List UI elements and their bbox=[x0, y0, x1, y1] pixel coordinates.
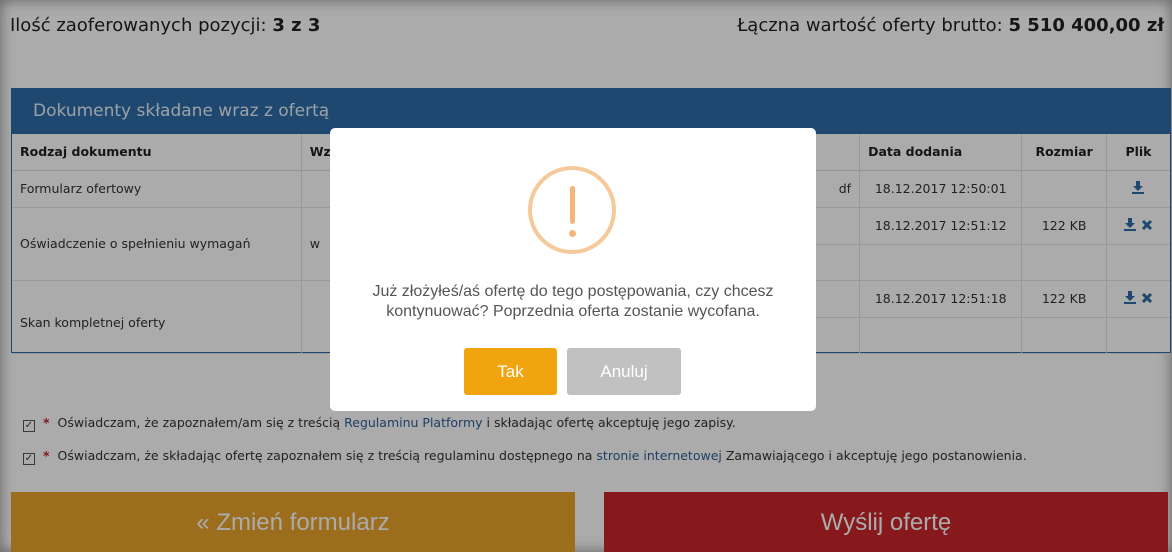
screen-frame: Ilość zaoferowanych pozycji: 3 z 3 Łączn… bbox=[0, 0, 1172, 552]
confirm-button[interactable]: Tak bbox=[464, 348, 557, 395]
cancel-button[interactable]: Anuluj bbox=[567, 348, 681, 395]
warning-icon-dot bbox=[569, 230, 576, 237]
warning-icon-bar bbox=[570, 186, 575, 224]
dialog-message: Już złożyłeś/aś ofertę do tego postępowa… bbox=[372, 283, 774, 320]
warning-icon bbox=[528, 166, 616, 254]
confirm-resubmit-dialog: Już złożyłeś/aś ofertę do tego postępowa… bbox=[330, 128, 816, 411]
